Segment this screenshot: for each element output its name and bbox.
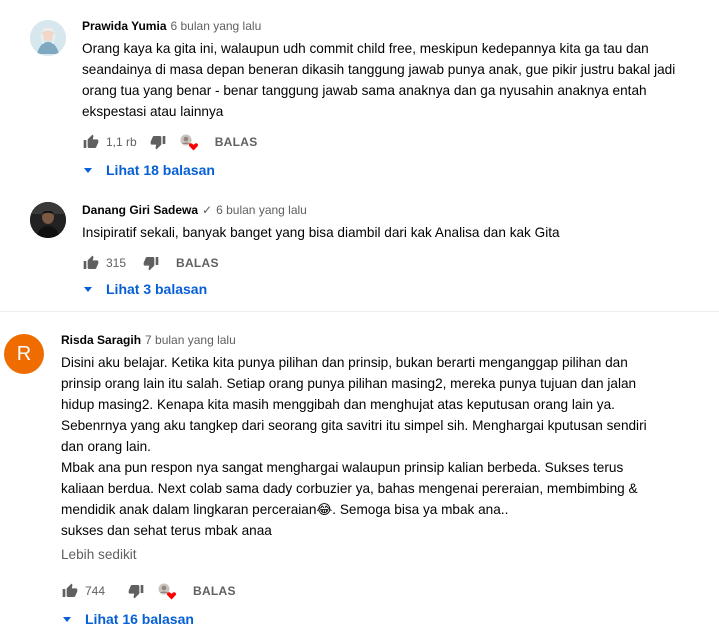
comment-text-line: ekspestasi atau lainnya: [82, 104, 224, 119]
thumbs-up-icon[interactable]: [82, 254, 100, 272]
comment-text-line: Orang kaya ka gita ini, walaupun udh com…: [82, 41, 649, 56]
comment-text-line: mendidik anak dalam lingkaran perceraian…: [61, 502, 509, 517]
like-count: 1,1 rb: [106, 135, 137, 149]
comment-actions: 1,1 rb BALAS: [82, 130, 711, 154]
author-name[interactable]: Risda Saragih: [61, 332, 141, 348]
view-replies-label: Lihat 3 balasan: [106, 281, 208, 297]
thumbs-up-icon[interactable]: [82, 133, 100, 151]
comment-text: Insipiratif sekali, banyak banget yang b…: [82, 222, 711, 243]
comment-text-line: orang tua yang benar - benar tanggung ja…: [82, 83, 647, 98]
view-replies-label: Lihat 16 balasan: [85, 611, 194, 627]
avatar[interactable]: [30, 202, 66, 238]
comment-header: Prawida Yumia 6 bulan yang lalu: [82, 18, 711, 34]
thumbs-up-icon[interactable]: [61, 582, 79, 600]
comment-text-line: hidup masing2. Kenapa kita masih menggib…: [61, 397, 615, 412]
comment-body: Risda Saragih 7 bulan yang lalu Disini a…: [61, 332, 711, 630]
comment-body: Danang Giri Sadewa ✓ 6 bulan yang lalu I…: [82, 202, 711, 300]
comment-timestamp[interactable]: 6 bulan yang lalu: [216, 202, 307, 218]
comment-text-line: Sebenrnya yang aku tangkep dari seorang …: [61, 418, 647, 433]
comment-header: Risda Saragih 7 bulan yang lalu: [61, 332, 711, 348]
view-replies-button[interactable]: Lihat 18 balasan: [82, 159, 711, 181]
view-replies-button[interactable]: Lihat 16 balasan: [61, 608, 711, 630]
comment-actions: 315 BALAS: [82, 251, 711, 275]
comment-header: Danang Giri Sadewa ✓ 6 bulan yang lalu: [82, 202, 711, 218]
comment-timestamp[interactable]: 7 bulan yang lalu: [145, 332, 236, 348]
comment-body: Prawida Yumia 6 bulan yang lalu Orang ka…: [82, 18, 711, 181]
show-less-button[interactable]: Lebih sedikit: [61, 545, 711, 565]
avatar[interactable]: R: [4, 334, 44, 374]
verified-check-icon: ✓: [202, 203, 213, 217]
caret-down-icon: [84, 286, 92, 292]
view-replies-label: Lihat 18 balasan: [106, 162, 215, 178]
like-count: 744: [85, 584, 106, 598]
comment-text-line: kaliaan berdua. Next colab sama dady cor…: [61, 481, 638, 496]
caret-down-icon: [63, 616, 71, 622]
comment-text-line: Insipiratif sekali, banyak banget yang b…: [82, 225, 560, 240]
view-replies-button[interactable]: Lihat 3 balasan: [82, 278, 711, 300]
comment-text-line: sukses dan sehat terus mbak anaa: [61, 523, 272, 538]
reply-button[interactable]: BALAS: [176, 256, 219, 270]
reply-button[interactable]: BALAS: [215, 135, 258, 149]
comment-timestamp[interactable]: 6 bulan yang lalu: [171, 18, 262, 34]
avatar[interactable]: [30, 20, 66, 56]
comment-text-line: Mbak ana pun respon nya sangat mengharga…: [61, 460, 624, 475]
like-count: 315: [106, 256, 127, 270]
divider: [0, 311, 719, 312]
reply-button[interactable]: BALAS: [193, 584, 236, 598]
comment-text: Orang kaya ka gita ini, walaupun udh com…: [82, 38, 711, 122]
comment-text-line: Disini aku belajar. Ketika kita punya pi…: [61, 355, 628, 370]
avatar-initial: R: [16, 342, 32, 365]
creator-heart-icon: [179, 133, 199, 151]
thumbs-down-icon[interactable]: [142, 254, 160, 272]
comment-text: Disini aku belajar. Ketika kita punya pi…: [61, 352, 711, 541]
comment-actions: 744 BALAS: [61, 579, 711, 603]
comment-text-line: prinsip orang lain itu salah. Setiap ora…: [61, 376, 637, 391]
comment-text-line: seandainya di masa depan beneran dikasih…: [82, 62, 676, 77]
author-name[interactable]: Danang Giri Sadewa: [82, 202, 198, 218]
creator-heart-icon: [157, 582, 177, 600]
thumbs-down-icon[interactable]: [149, 133, 167, 151]
thumbs-down-icon[interactable]: [127, 582, 145, 600]
caret-down-icon: [84, 167, 92, 173]
comment-text-line: dan orang lain.: [61, 439, 151, 454]
author-name[interactable]: Prawida Yumia: [82, 18, 167, 34]
